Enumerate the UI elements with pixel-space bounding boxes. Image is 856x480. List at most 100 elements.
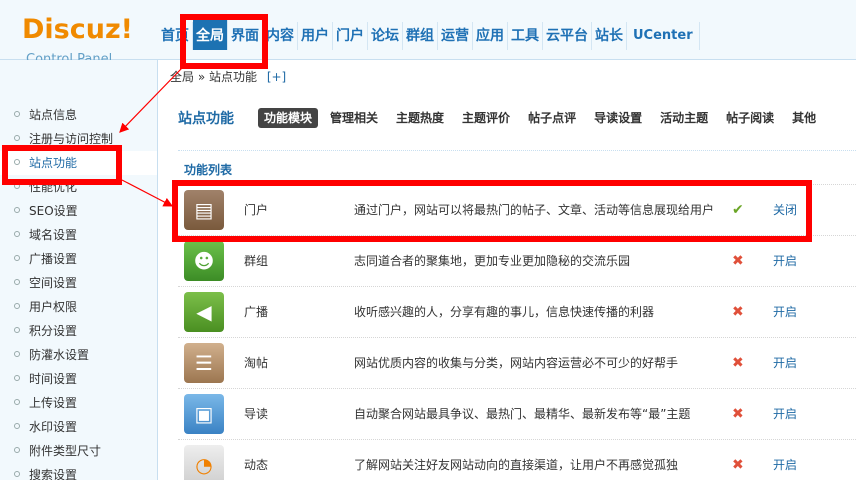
toggle-feature-link[interactable]: 开启 [773, 389, 797, 439]
breadcrumb-text: 全局 » 站点功能 [170, 70, 257, 84]
feature-description: 收听感兴趣的人，分享有趣的事儿，信息快速传播的利器 [354, 305, 655, 319]
nav-ucenter[interactable]: UCenter [627, 22, 700, 50]
sidebar-item-label: 附件类型尺寸 [29, 444, 102, 458]
tab-guide-settings[interactable]: 导读设置 [588, 108, 648, 128]
sidebar-item-site-info[interactable]: 站点信息 [0, 103, 157, 127]
breadcrumb-add-button[interactable]: [+] [267, 70, 286, 84]
tab-thread-heat[interactable]: 主题热度 [390, 108, 450, 128]
section-tabs: 功能模块 管理相关 主题热度 主题评价 帖子点评 导读设置 活动主题 帖子阅读 … [258, 108, 828, 128]
bullet-icon [14, 327, 20, 333]
collect-icon: ☰ [184, 343, 224, 383]
bullet-icon [14, 255, 20, 261]
sidebar-item-domain[interactable]: 域名设置 [0, 223, 157, 247]
bullet-icon [14, 375, 20, 381]
feature-description: 通过门户，网站可以将最热门的帖子、文章、活动等信息展现给用户 [354, 203, 715, 217]
nav-global[interactable]: 全局 [193, 16, 228, 50]
tab-feature-modules[interactable]: 功能模块 [258, 108, 319, 128]
bullet-icon [14, 351, 20, 357]
table-row: ▤ 门户 通过门户，网站可以将最热门的帖子、文章、活动等信息展现给用户 ✔ 关闭 [178, 184, 856, 235]
cross-icon: ✖ [732, 406, 744, 422]
table-row: ☻ 群组 志同道合者的聚集地，更加专业更加隐秘的交流乐园 ✖ 开启 [178, 235, 856, 286]
toggle-feature-link[interactable]: 关闭 [773, 185, 797, 235]
sidebar-item-performance[interactable]: 性能优化 [0, 175, 157, 199]
nav-portal[interactable]: 门户 [333, 22, 368, 50]
feature-name: 导读 [244, 407, 269, 421]
sidebar-item-label: SEO设置 [29, 204, 78, 218]
page-title: 站点功能 [178, 111, 234, 127]
feature-name: 淘帖 [244, 356, 269, 370]
sidebar-item-label: 性能优化 [29, 180, 78, 194]
check-icon: ✔ [732, 202, 744, 218]
tab-activity-thread[interactable]: 活动主题 [654, 108, 714, 128]
sidebar-item-credits[interactable]: 积分设置 [0, 319, 157, 343]
sidebar-item-label: 空间设置 [29, 276, 78, 290]
nav-webmaster[interactable]: 站长 [592, 22, 627, 50]
sidebar-item-space[interactable]: 空间设置 [0, 271, 157, 295]
sidebar-item-label: 防灌水设置 [29, 348, 90, 362]
tab-post-reading[interactable]: 帖子阅读 [720, 108, 780, 128]
bullet-icon [14, 399, 20, 405]
sidebar-item-label: 水印设置 [29, 420, 78, 434]
bullet-icon [14, 279, 20, 285]
toggle-feature-link[interactable]: 开启 [773, 338, 797, 388]
feature-name: 门户 [244, 203, 269, 217]
bullet-icon [14, 231, 20, 237]
top-nav: 首页 全局 界面 内容 用户 门户 论坛 群组 运营 应用 工具 云平台 站长 … [158, 16, 700, 50]
sidebar-item-search[interactable]: 搜索设置 [0, 463, 157, 480]
bullet-icon [14, 423, 20, 429]
cross-icon: ✖ [732, 457, 744, 473]
tab-post-comment[interactable]: 帖子点评 [522, 108, 582, 128]
sidebar-item-attachment-types[interactable]: 附件类型尺寸 [0, 439, 157, 463]
nav-operations[interactable]: 运营 [438, 22, 473, 50]
feature-name: 广播 [244, 305, 269, 319]
bullet-icon [14, 159, 20, 165]
nav-users[interactable]: 用户 [298, 22, 333, 50]
toggle-feature-link[interactable]: 开启 [773, 287, 797, 337]
sidebar-item-anti-spam[interactable]: 防灌水设置 [0, 343, 157, 367]
tab-management[interactable]: 管理相关 [324, 108, 384, 128]
sidebar-item-register-access[interactable]: 注册与访问控制 [0, 127, 157, 151]
sidebar-item-label: 积分设置 [29, 324, 78, 338]
broadcast-icon: ◀ [184, 292, 224, 332]
feature-description: 了解网站关注好友网站动向的直接渠道，让用户不再感觉孤独 [354, 458, 679, 472]
sidebar-item-label: 广播设置 [29, 252, 78, 266]
group-icon: ☻ [184, 241, 224, 281]
sidebar-item-seo[interactable]: SEO设置 [0, 199, 157, 223]
logo: Discuz! [22, 14, 133, 45]
nav-group[interactable]: 群组 [403, 22, 438, 50]
nav-cloud[interactable]: 云平台 [543, 22, 592, 50]
sidebar: 站点信息 注册与访问控制 站点功能 性能优化 SEO设置 域名设置 广播设置 空… [0, 60, 158, 480]
sidebar-item-watermark[interactable]: 水印设置 [0, 415, 157, 439]
sidebar-item-time[interactable]: 时间设置 [0, 367, 157, 391]
bullet-icon [14, 303, 20, 309]
toggle-feature-link[interactable]: 开启 [773, 440, 797, 480]
sidebar-item-upload[interactable]: 上传设置 [0, 391, 157, 415]
nav-forum[interactable]: 论坛 [368, 22, 403, 50]
sidebar-item-label: 站点功能 [29, 156, 78, 170]
tab-thread-rating[interactable]: 主题评价 [456, 108, 516, 128]
toggle-feature-link[interactable]: 开启 [773, 236, 797, 286]
sidebar-item-permissions[interactable]: 用户权限 [0, 295, 157, 319]
nav-apps[interactable]: 应用 [473, 22, 508, 50]
sidebar-item-label: 站点信息 [29, 108, 78, 122]
feature-description: 网站优质内容的收集与分类，网站内容运营必不可少的好帮手 [354, 356, 679, 370]
sidebar-item-label: 注册与访问控制 [29, 132, 114, 146]
bullet-icon [14, 207, 20, 213]
tab-other[interactable]: 其他 [786, 108, 822, 128]
sidebar-item-site-features[interactable]: 站点功能 [0, 151, 157, 175]
nav-interface[interactable]: 界面 [228, 22, 263, 50]
nav-tools[interactable]: 工具 [508, 22, 543, 50]
sidebar-item-broadcast[interactable]: 广播设置 [0, 247, 157, 271]
nav-content[interactable]: 内容 [263, 22, 298, 50]
bullet-icon [14, 135, 20, 141]
sidebar-item-label: 时间设置 [29, 372, 78, 386]
bullet-icon [14, 447, 20, 453]
cross-icon: ✖ [732, 304, 744, 320]
nav-home[interactable]: 首页 [158, 22, 193, 50]
breadcrumb: 全局 » 站点功能 [+] [170, 68, 286, 85]
sidebar-item-label: 搜索设置 [29, 468, 78, 480]
bullet-icon [14, 471, 20, 477]
table-row: ▣ 导读 自动聚合网站最具争议、最热门、最精华、最新发布等“最”主题 ✖ 开启 [178, 388, 856, 439]
table-row: ◔ 动态 了解网站关注好友网站动向的直接渠道，让用户不再感觉孤独 ✖ 开启 [178, 439, 856, 480]
feature-description: 志同道合者的聚集地，更加专业更加隐秘的交流乐园 [354, 254, 631, 268]
